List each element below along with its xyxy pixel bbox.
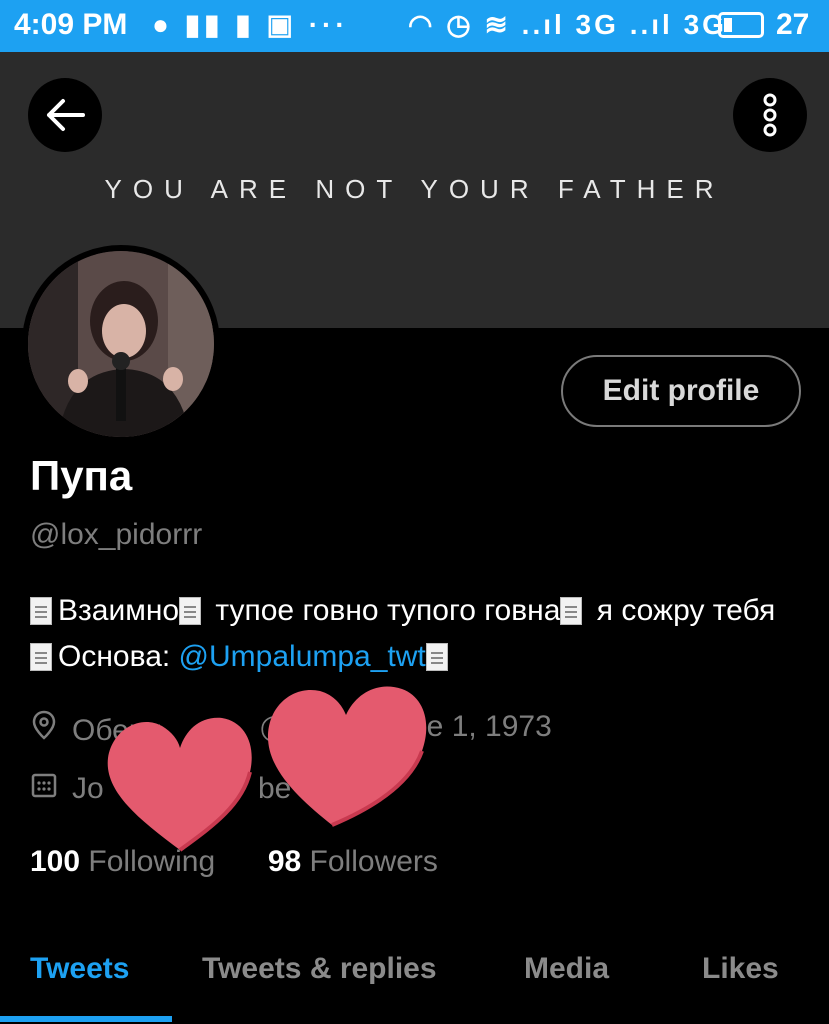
tab-likes[interactable]: Likes <box>702 952 779 986</box>
profile-handle: @lox_pidorrr <box>30 518 203 551</box>
heart-sticker <box>107 717 252 852</box>
more-options-button[interactable] <box>733 78 807 152</box>
avatar-photo <box>28 251 214 437</box>
following-count: 100 <box>30 845 81 878</box>
joined-row: Jo <box>30 772 104 806</box>
document-emoji-icon <box>30 643 52 671</box>
bio-text: Взаимно <box>58 594 180 627</box>
tab-tweets-replies[interactable]: Tweets & replies <box>202 952 437 986</box>
followers-link[interactable]: 98 Followers <box>268 845 438 878</box>
bio-text: Основа: <box>58 640 179 673</box>
heart-sticker <box>268 686 427 827</box>
avatar[interactable] <box>22 245 220 443</box>
bio-mention-link[interactable]: @Umpalumpa_twt <box>179 640 426 673</box>
battery-icon <box>718 12 764 38</box>
system-status-icons: ◠ ◷ ≋ ..ıl 3G ..ıl 3G <box>408 9 727 40</box>
calendar-icon <box>30 772 58 805</box>
document-emoji-icon <box>30 597 52 625</box>
tab-tweets[interactable]: Tweets <box>30 952 129 986</box>
bio-text: тупое говно тупого говна <box>207 594 561 627</box>
profile-name: Пупа <box>30 452 133 499</box>
tab-media[interactable]: Media <box>524 952 609 986</box>
more-vertical-icon <box>763 93 777 137</box>
active-tab-indicator <box>0 1016 172 1022</box>
battery-level: 27 <box>776 8 810 41</box>
notification-icons: ● ▮▮ ▮ ▣ ··· <box>152 9 349 40</box>
followers-label: Followers <box>309 845 438 878</box>
location-pin-icon <box>30 710 58 747</box>
arrow-left-icon <box>47 99 85 131</box>
back-button[interactable] <box>28 78 102 152</box>
banner-text: YOU ARE NOT YOUR FATHER <box>104 174 725 204</box>
followers-count: 98 <box>267 845 302 878</box>
status-bar: 4:09 PM ● ▮▮ ▮ ▣ ··· ◠ ◷ ≋ ..ıl 3G ..ıl … <box>0 0 829 52</box>
bio-text: я сожру тебя <box>588 594 776 627</box>
joined-text: Jo <box>72 772 104 805</box>
document-emoji-icon <box>425 643 448 671</box>
status-time: 4:09 PM <box>14 8 128 41</box>
profile-tabs: Tweets Tweets & replies Media Likes <box>0 945 829 1024</box>
document-emoji-icon <box>560 597 583 625</box>
edit-profile-button[interactable]: Edit profile <box>561 355 801 427</box>
document-emoji-icon <box>179 597 202 625</box>
profile-bio: Взаимно тупое говно тупого говна я сожру… <box>30 588 800 680</box>
